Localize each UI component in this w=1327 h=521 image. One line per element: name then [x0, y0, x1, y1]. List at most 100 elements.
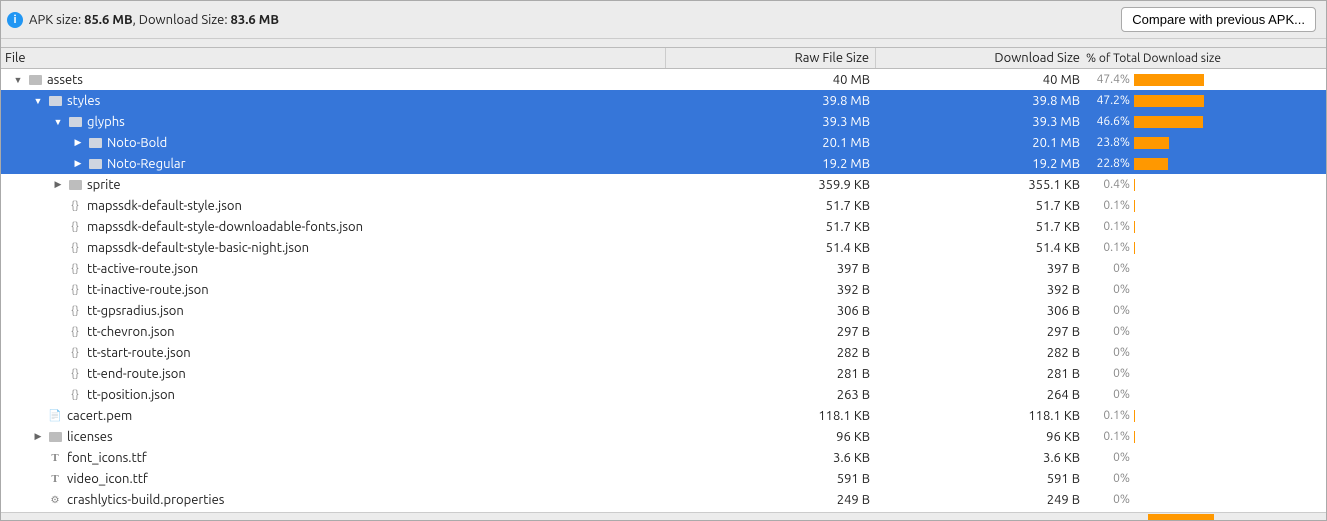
file-name: mapssdk-default-style-basic-night.json — [87, 241, 309, 255]
file-name: font_icons.ttf — [67, 451, 147, 465]
file-name: tt-chevron.json — [87, 325, 175, 339]
json-icon — [67, 325, 83, 339]
raw-size: 392 B — [666, 279, 876, 300]
footer-strip — [1, 512, 1326, 520]
table-row[interactable]: ▶crashlytics-build.properties249 B249 B0… — [1, 489, 1326, 510]
percent-value: 0% — [1113, 325, 1130, 338]
raw-size: 263 B — [666, 384, 876, 405]
raw-size: 19.2 MB — [666, 153, 876, 174]
header-file[interactable]: File — [1, 48, 666, 68]
table-row[interactable]: ▶licenses96 KB96 KB0.1% — [1, 426, 1326, 447]
percent-value: 23.8% — [1097, 136, 1130, 149]
json-icon — [67, 346, 83, 360]
table-row[interactable]: ▼styles39.8 MB39.8 MB47.2% — [1, 90, 1326, 111]
download-size: 51.7 KB — [876, 195, 1086, 216]
table-row[interactable]: ▶Noto-Regular19.2 MB19.2 MB22.8% — [1, 153, 1326, 174]
header-pct[interactable]: % of Total Download size — [1086, 48, 1326, 68]
download-size: 397 B — [876, 258, 1086, 279]
cert-icon — [47, 409, 63, 423]
table-row[interactable]: ▶video_icon.ttf591 B591 B0% — [1, 468, 1326, 489]
table-row[interactable]: ▶mapssdk-default-style-basic-night.json5… — [1, 237, 1326, 258]
folder-icon — [67, 115, 83, 129]
json-icon — [67, 220, 83, 234]
table-row[interactable]: ▶tt-active-route.json397 B397 B0% — [1, 258, 1326, 279]
table-row[interactable]: ▼glyphs39.3 MB39.3 MB46.6% — [1, 111, 1326, 132]
table-row[interactable]: ▶tt-inactive-route.json392 B392 B0% — [1, 279, 1326, 300]
table-row[interactable]: ▶cacert.pem118.1 KB118.1 KB0.1% — [1, 405, 1326, 426]
download-size-value: 83.6 MB — [231, 13, 279, 27]
raw-size: 306 B — [666, 300, 876, 321]
percent-value: 0.1% — [1103, 220, 1130, 233]
json-icon — [67, 388, 83, 402]
table-row[interactable]: ▼assets40 MB40 MB47.4% — [1, 69, 1326, 90]
file-name: licenses — [67, 430, 113, 444]
file-name: cacert.pem — [67, 409, 132, 423]
table-row[interactable]: ▶tt-start-route.json282 B282 B0% — [1, 342, 1326, 363]
raw-size: 40 MB — [666, 69, 876, 90]
percent-value: 0% — [1113, 304, 1130, 317]
percent-value: 22.8% — [1097, 157, 1130, 170]
file-name: tt-start-route.json — [87, 346, 191, 360]
percent-bar — [1134, 179, 1135, 191]
raw-size: 397 B — [666, 258, 876, 279]
footer-bar-icon — [1148, 514, 1214, 520]
percent-value: 0% — [1113, 262, 1130, 275]
chevron-right-icon[interactable]: ▶ — [33, 431, 43, 442]
download-size: 39.3 MB — [876, 111, 1086, 132]
chevron-right-icon[interactable]: ▶ — [53, 179, 63, 190]
raw-size: 297 B — [666, 321, 876, 342]
header-dl[interactable]: Download Size — [876, 48, 1086, 68]
info-icon: i — [7, 12, 23, 28]
percent-value: 0.1% — [1103, 409, 1130, 422]
table-row[interactable]: ▶tt-gpsradius.json306 B306 B0% — [1, 300, 1326, 321]
chevron-down-icon[interactable]: ▼ — [53, 117, 63, 127]
table-row[interactable]: ▶font_icons.ttf3.6 KB3.6 KB0% — [1, 447, 1326, 468]
download-size: 249 B — [876, 489, 1086, 510]
percent-value: 0.1% — [1103, 430, 1130, 443]
table-row[interactable]: ▶tt-end-route.json281 B281 B0% — [1, 363, 1326, 384]
percent-value: 0% — [1113, 493, 1130, 506]
raw-size: 359.9 KB — [666, 174, 876, 195]
file-name: tt-position.json — [87, 388, 175, 402]
json-icon — [67, 283, 83, 297]
percent-value: 0.1% — [1103, 199, 1130, 212]
percent-value: 0.4% — [1103, 178, 1130, 191]
chevron-right-icon[interactable]: ▶ — [73, 137, 83, 148]
apk-analyzer-window: i APK size: 85.6 MB, Download Size: 83.6… — [0, 0, 1327, 521]
download-size: 306 B — [876, 300, 1086, 321]
table-row[interactable]: ▶mapssdk-default-style-downloadable-font… — [1, 216, 1326, 237]
download-size: 51.7 KB — [876, 216, 1086, 237]
table-row[interactable]: ▶tt-position.json263 B264 B0% — [1, 384, 1326, 405]
percent-bar — [1134, 116, 1203, 128]
percent-value: 0% — [1113, 451, 1130, 464]
chevron-down-icon[interactable]: ▼ — [13, 75, 23, 85]
raw-size: 591 B — [666, 468, 876, 489]
header-raw[interactable]: Raw File Size — [666, 48, 876, 68]
raw-size: 3.6 KB — [666, 447, 876, 468]
top-bar: i APK size: 85.6 MB, Download Size: 83.6… — [1, 1, 1326, 39]
download-size: 264 B — [876, 384, 1086, 405]
file-tree-body[interactable]: ▼assets40 MB40 MB47.4%▼styles39.8 MB39.8… — [1, 69, 1326, 512]
percent-value: 0.1% — [1103, 241, 1130, 254]
table-row[interactable]: ▶Noto-Bold20.1 MB20.1 MB23.8% — [1, 132, 1326, 153]
folder-icon — [27, 73, 43, 87]
chevron-right-icon[interactable]: ▶ — [73, 158, 83, 169]
raw-size: 39.3 MB — [666, 111, 876, 132]
download-size: 39.8 MB — [876, 90, 1086, 111]
file-name: tt-gpsradius.json — [87, 304, 184, 318]
percent-value: 0% — [1113, 283, 1130, 296]
table-row[interactable]: ▶tt-chevron.json297 B297 B0% — [1, 321, 1326, 342]
table-row[interactable]: ▶sprite359.9 KB355.1 KB0.4% — [1, 174, 1326, 195]
folder-icon — [47, 94, 63, 108]
compare-button[interactable]: Compare with previous APK... — [1121, 7, 1316, 32]
percent-bar — [1134, 74, 1204, 86]
spacer — [1, 39, 1326, 47]
table-row[interactable]: ▶mapssdk-default-style.json51.7 KB51.7 K… — [1, 195, 1326, 216]
file-name: tt-active-route.json — [87, 262, 198, 276]
size-text: APK size: 85.6 MB, Download Size: 83.6 M… — [29, 13, 279, 27]
file-name: assets — [47, 73, 83, 87]
download-size: 3.6 KB — [876, 447, 1086, 468]
download-size: 392 B — [876, 279, 1086, 300]
ttf-icon — [47, 451, 63, 465]
chevron-down-icon[interactable]: ▼ — [33, 96, 43, 106]
